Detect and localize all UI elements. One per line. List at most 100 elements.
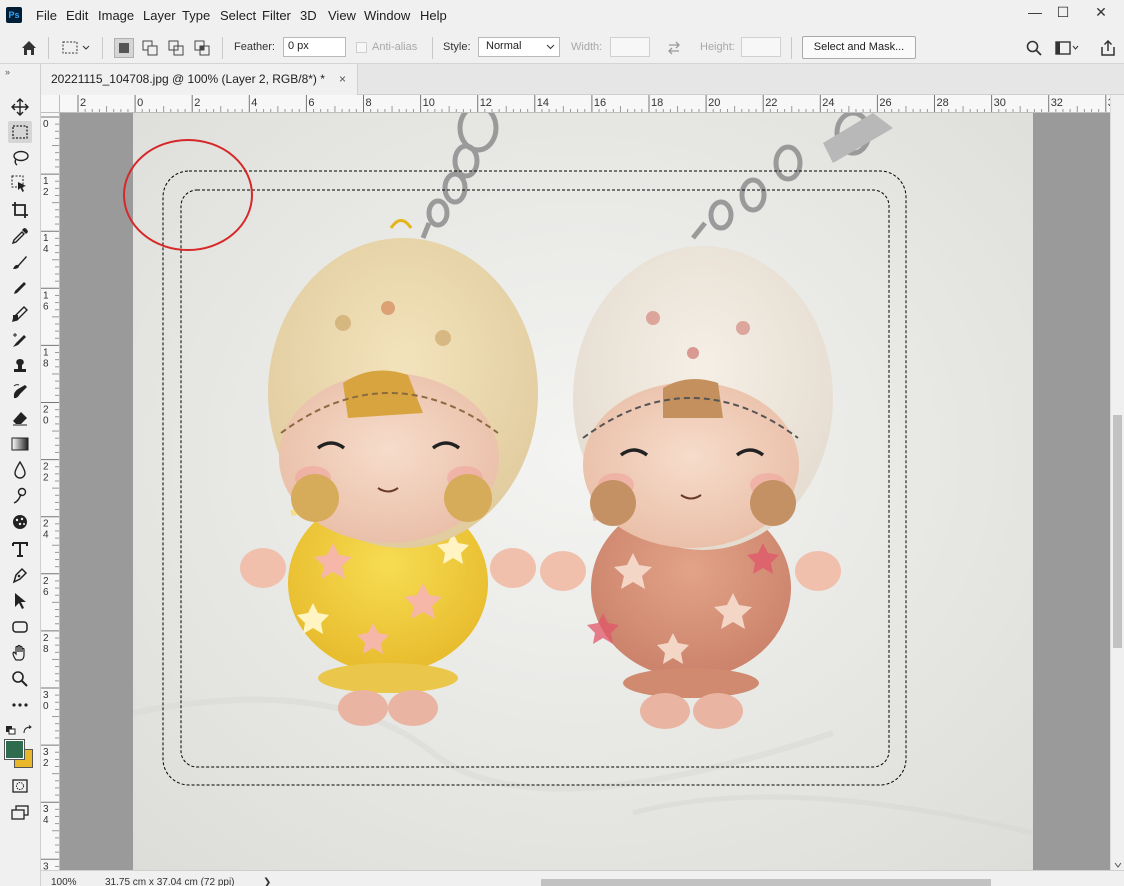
ruler-label: 4	[251, 97, 257, 109]
screen-mode-icon[interactable]	[8, 801, 32, 823]
default-colors-icon[interactable]	[5, 724, 17, 735]
height-input[interactable]	[741, 37, 781, 57]
ruler-label: 1	[43, 233, 49, 244]
horizontal-scroll-thumb[interactable]	[541, 879, 991, 886]
gradient-icon[interactable]	[8, 433, 32, 455]
search-icon[interactable]	[1024, 38, 1044, 58]
ruler-label: 3	[43, 747, 49, 758]
style-label: Style:	[443, 41, 471, 53]
zoom-icon[interactable]	[8, 668, 32, 690]
close-window-button[interactable]: ✕	[1084, 0, 1118, 24]
subtract-selection-icon[interactable]	[166, 38, 186, 58]
ruler-label: 8	[43, 358, 49, 369]
collapse-panel-icon[interactable]: »	[5, 67, 10, 77]
home-icon[interactable]	[18, 37, 40, 59]
ruler-label: 2	[194, 97, 200, 109]
maximize-button[interactable]: ☐	[1046, 0, 1080, 24]
menu-help[interactable]: Help	[420, 8, 447, 23]
new-selection-icon[interactable]	[114, 38, 134, 58]
path-select-icon[interactable]	[8, 590, 32, 612]
antialias-label: Anti-alias	[372, 41, 418, 53]
dodge-icon[interactable]	[8, 485, 32, 507]
ruler-label: 22	[765, 97, 777, 109]
document-tab-bar: 20221115_104708.jpg @ 100% (Layer 2, RGB…	[41, 64, 1124, 95]
close-tab-icon[interactable]: ×	[339, 72, 346, 86]
menu-file[interactable]: File	[36, 8, 57, 23]
scroll-down-icon[interactable]	[1114, 862, 1122, 868]
lasso-icon[interactable]	[8, 147, 32, 169]
pen-icon[interactable]	[8, 564, 32, 586]
separator	[48, 37, 49, 59]
select-and-mask-button[interactable]: Select and Mask...	[802, 36, 916, 59]
rectangle-icon[interactable]	[8, 616, 32, 638]
swap-dimensions-icon[interactable]	[664, 38, 684, 58]
chevron-down-icon	[546, 44, 555, 50]
tools-panel: »	[0, 64, 41, 886]
menu-window[interactable]: Window	[364, 8, 410, 23]
ruler-origin[interactable]	[41, 95, 60, 113]
vertical-scroll-thumb[interactable]	[1113, 415, 1122, 648]
object-select-icon[interactable]	[8, 173, 32, 195]
ruler-label: 0	[137, 97, 143, 109]
ruler-label: 20	[708, 97, 720, 109]
status-menu-arrow[interactable]: ❯	[263, 877, 271, 886]
marquee-preset-icon[interactable]	[60, 38, 94, 58]
sponge-icon[interactable]	[8, 511, 32, 533]
feather-input[interactable]: 0 px	[283, 37, 346, 57]
marquee-icon[interactable]	[8, 121, 32, 143]
width-input[interactable]	[610, 37, 650, 57]
ruler-label: 26	[879, 97, 891, 109]
quick-mask-icon[interactable]	[8, 775, 32, 797]
crop-icon[interactable]	[8, 199, 32, 221]
options-bar: Feather: 0 px Anti-alias Style: Normal W…	[0, 32, 1124, 64]
ruler-label: 12	[480, 97, 492, 109]
eraser-icon[interactable]	[8, 407, 32, 429]
add-to-selection-icon[interactable]	[140, 38, 160, 58]
more-tools-icon[interactable]	[8, 694, 32, 716]
ruler-label: 6	[43, 301, 49, 312]
workspace-icon[interactable]	[1054, 38, 1080, 58]
ruler-label: 2	[43, 633, 49, 644]
menu-3d[interactable]: 3D	[300, 8, 317, 23]
horizontal-ruler[interactable]: 20246810121416182022242628303234	[60, 95, 1110, 113]
history-icon[interactable]	[8, 381, 32, 403]
vertical-ruler[interactable]: 012141618202224262830323436	[41, 113, 60, 870]
share-icon[interactable]	[1098, 38, 1118, 58]
zoom-level[interactable]: 100%	[51, 877, 77, 886]
menu-view[interactable]: View	[328, 8, 356, 23]
height-label: Height:	[700, 41, 735, 53]
menu-filter[interactable]: Filter	[262, 8, 291, 23]
ruler-label: 32	[1051, 97, 1063, 109]
horizontal-ruler-ticks: 20246810121416182022242628303234	[77, 95, 1110, 112]
clone-stamp-icon[interactable]	[8, 303, 32, 325]
canvas-area[interactable]	[60, 113, 1110, 870]
menu-edit[interactable]: Edit	[66, 8, 88, 23]
menu-bar: Ps File Edit Image Layer Type Select Fil…	[0, 0, 1124, 32]
hand-icon[interactable]	[8, 642, 32, 664]
menu-select[interactable]: Select	[220, 8, 256, 23]
menu-layer[interactable]: Layer	[143, 8, 176, 23]
ruler-label: 2	[43, 758, 49, 769]
ruler-label: 4	[43, 530, 49, 541]
healing-brush-icon[interactable]	[8, 251, 32, 273]
brush-icon[interactable]	[8, 277, 32, 299]
vertical-scrollbar[interactable]	[1110, 95, 1124, 886]
intersect-selection-icon[interactable]	[192, 38, 212, 58]
move-icon[interactable]	[8, 96, 32, 118]
swap-colors-icon[interactable]	[22, 724, 34, 734]
style-select[interactable]: Normal	[478, 37, 560, 57]
eyedropper-icon[interactable]	[8, 225, 32, 247]
antialias-checkbox[interactable]	[356, 42, 367, 53]
blur-icon[interactable]	[8, 459, 32, 481]
type-icon[interactable]	[8, 538, 32, 560]
document-tab[interactable]: 20221115_104708.jpg @ 100% (Layer 2, RGB…	[41, 64, 358, 95]
ruler-label: 2	[43, 462, 49, 473]
foreground-color-swatch[interactable]	[4, 739, 25, 760]
history-brush-icon[interactable]	[8, 329, 32, 351]
menu-image[interactable]: Image	[98, 8, 134, 23]
ruler-label: 3	[43, 804, 49, 815]
menu-type[interactable]: Type	[182, 8, 210, 23]
style-select-value: Normal	[486, 40, 522, 52]
separator	[102, 37, 103, 59]
stamp-icon[interactable]	[8, 355, 32, 377]
